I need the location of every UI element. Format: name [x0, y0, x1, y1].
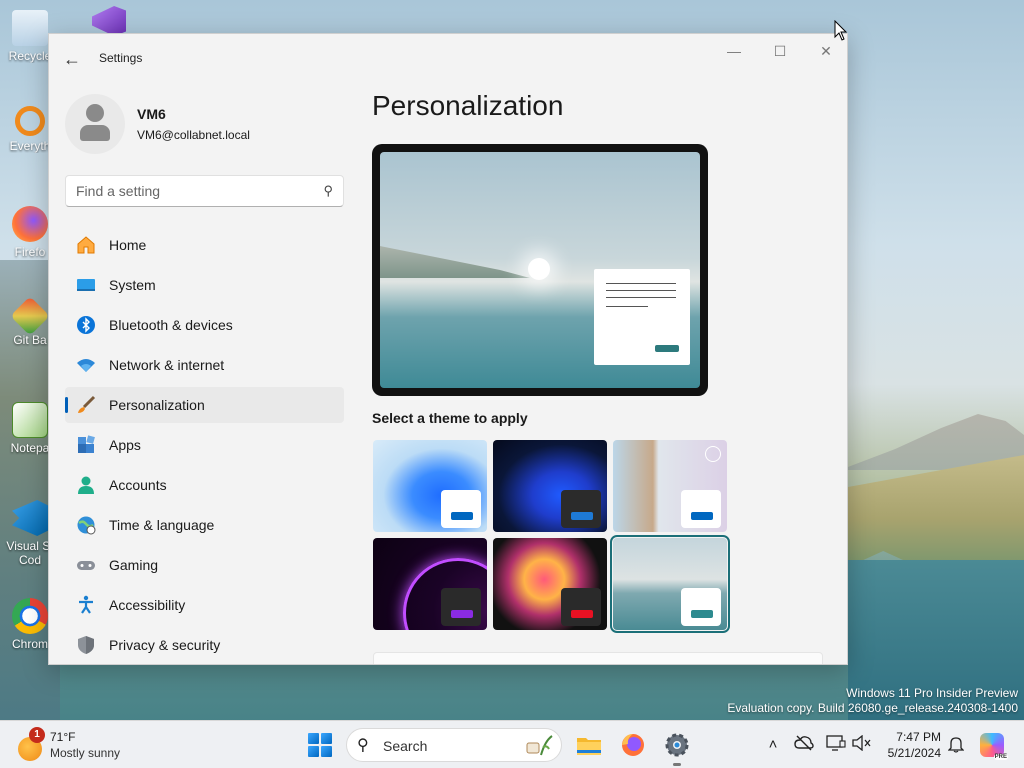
copilot-button[interactable]: PRE [980, 733, 1008, 760]
sidebar-item-accounts[interactable]: Accounts [65, 467, 344, 503]
search-icon: ⚲ [323, 183, 333, 198]
sidebar-item-label: Privacy & security [109, 637, 221, 653]
clock-time: 7:47 PM [896, 730, 941, 744]
git-bash-icon [10, 296, 50, 336]
visual-studio-icon[interactable] [92, 6, 126, 36]
avatar [65, 94, 125, 154]
mouse-cursor-icon [834, 20, 848, 41]
sidebar-item-label: Accounts [109, 477, 167, 493]
sidebar-item-label: Gaming [109, 557, 159, 573]
themes-section-label: Select a theme to apply [372, 410, 528, 426]
sidebar-item-label: System [109, 277, 156, 293]
theme-preview [372, 144, 708, 396]
apps-icon [75, 434, 97, 456]
sidebar-item-privacy[interactable]: Privacy & security [65, 627, 344, 663]
start-button[interactable] [308, 733, 332, 757]
find-setting-search[interactable]: ⚲ [65, 175, 344, 207]
gear-icon [665, 733, 689, 757]
sidebar-item-gaming[interactable]: Gaming [65, 547, 344, 583]
wifi-icon [75, 354, 97, 376]
notepad-plus-plus-icon [12, 402, 48, 438]
nav-list: Home System Bluetooth & devices Network … [65, 227, 344, 664]
volume-muted-icon[interactable] [852, 734, 872, 755]
page-title: Personalization [372, 90, 564, 121]
everything-search-icon [15, 106, 45, 136]
sidebar-item-bluetooth[interactable]: Bluetooth & devices [65, 307, 344, 343]
maximize-button[interactable]: ☐ [757, 40, 803, 62]
weather-condition: Mostly sunny [50, 746, 121, 760]
sidebar-item-home[interactable]: Home [65, 227, 344, 263]
search-icon: ⚲ [357, 737, 369, 754]
sidebar-item-label: Personalization [109, 397, 205, 413]
bell-icon[interactable] [946, 735, 966, 755]
settings-taskbar-button[interactable] [662, 730, 692, 766]
accessibility-icon [75, 594, 97, 616]
folder-icon [577, 738, 601, 755]
recycle-bin-icon [12, 10, 48, 46]
search-input[interactable] [66, 176, 306, 206]
taskbar-clock[interactable]: 7:47 PM 5/21/2024 [888, 729, 941, 761]
main-content: Personalization Select a theme to apply [371, 82, 847, 664]
copilot-preview-badge: PRE [993, 754, 1008, 760]
search-highlight-icon [526, 735, 553, 756]
windows-watermark: Windows 11 Pro Insider Preview Evaluatio… [727, 686, 1018, 715]
theme-windows-dark[interactable] [493, 440, 607, 532]
taskbar-search-label: Search [383, 738, 428, 754]
sidebar-item-label: Network & internet [109, 357, 225, 373]
desktop-wallpaper-hill [840, 414, 1024, 470]
firefox-taskbar-button[interactable] [618, 730, 648, 760]
sidebar-item-label: Accessibility [109, 597, 186, 613]
sidebar-item-network[interactable]: Network & internet [65, 347, 344, 383]
theme-glow[interactable] [373, 538, 487, 630]
app-title: Settings [99, 51, 143, 65]
system-icon [75, 274, 97, 296]
sidebar: VM6 VM6@collabnet.local ⚲ Home System [49, 82, 359, 664]
shield-icon [75, 634, 97, 656]
theme-windows-light[interactable] [373, 440, 487, 532]
firefox-icon [622, 734, 644, 756]
profile-email: VM6@collabnet.local [137, 128, 250, 142]
theme-lake[interactable] [610, 535, 730, 633]
vscode-icon [12, 500, 48, 536]
gamepad-icon [75, 554, 97, 576]
file-explorer-button[interactable] [574, 730, 604, 760]
sidebar-item-apps[interactable]: Apps [65, 427, 344, 463]
taskbar: 1 71°F Mostly sunny ⚲ Search ˄ 7:47 PM 5… [0, 720, 1024, 768]
weather-temp: 71°F [50, 730, 76, 744]
clock-date: 5/21/2024 [887, 746, 941, 760]
sidebar-item-label: Time & language [109, 517, 215, 533]
spotlight-icon [705, 446, 721, 462]
profile-name: VM6 [137, 106, 166, 122]
bluetooth-icon [75, 314, 97, 336]
notification-badge: 1 [29, 727, 45, 743]
chevron-up-icon[interactable]: ˄ [763, 735, 783, 755]
chrome-icon [12, 598, 48, 634]
cloud-offline-icon[interactable] [794, 735, 814, 755]
taskbar-search[interactable]: ⚲ Search [346, 728, 562, 762]
minimize-button[interactable]: — [711, 40, 757, 62]
firefox-icon [12, 206, 48, 242]
account-icon [75, 474, 97, 496]
display-icon[interactable] [826, 735, 846, 755]
sidebar-item-system[interactable]: System [65, 267, 344, 303]
sidebar-item-time-language[interactable]: Time & language [65, 507, 344, 543]
sidebar-item-label: Bluetooth & devices [109, 317, 233, 333]
globe-clock-icon [75, 514, 97, 536]
sidebar-item-label: Apps [109, 437, 141, 453]
title-bar[interactable]: ← Settings — ☐ ✕ [49, 34, 847, 82]
settings-window: ← Settings — ☐ ✕ VM6 VM6@collabnet.local… [48, 33, 848, 665]
settings-card-partial[interactable] [373, 652, 823, 664]
preview-window [594, 269, 690, 365]
brush-icon [75, 394, 97, 416]
back-button[interactable]: ← [61, 48, 83, 70]
close-button[interactable]: ✕ [803, 40, 847, 62]
sidebar-item-label: Home [109, 237, 147, 253]
home-icon [75, 234, 97, 256]
theme-captured-motion[interactable] [493, 538, 607, 630]
theme-spotlight[interactable] [613, 440, 727, 532]
sidebar-item-personalization[interactable]: Personalization [65, 387, 344, 423]
sidebar-item-accessibility[interactable]: Accessibility [65, 587, 344, 623]
